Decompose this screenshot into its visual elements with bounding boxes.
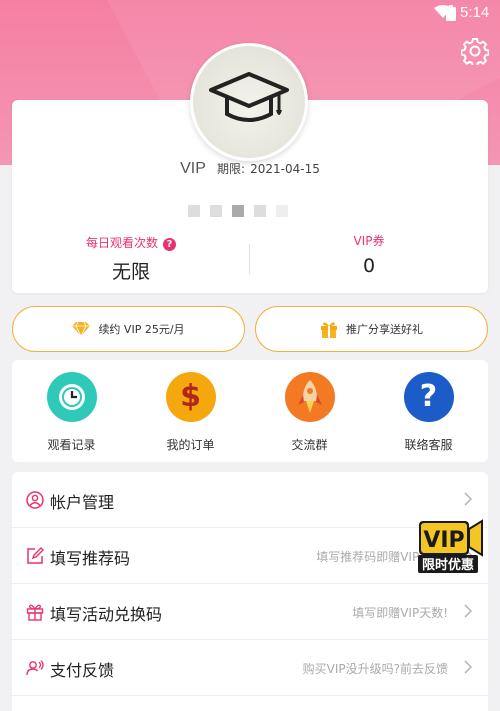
vip-label: VIP xyxy=(180,160,206,177)
menu-item-account[interactable]: 帐户管理 xyxy=(12,472,488,528)
promote-share-button[interactable]: 推广分享送好礼 xyxy=(255,306,488,352)
settings-menu: 帐户管理 填写推荐码 填写推荐码即赠VIP天数! 填写活动兑换码 填写即赠VIP… xyxy=(12,472,488,711)
chevron-right-icon xyxy=(464,604,472,618)
menu-item-hint: 购买VIP没升级吗?前去反馈 xyxy=(302,662,448,676)
shortcut-label: 联络客服 xyxy=(404,438,453,452)
edit-icon xyxy=(27,547,44,564)
shortcut-grid: 观看记录 $ 我的订单 交流群 ? 联络客服 xyxy=(12,360,488,462)
shortcut-my-orders[interactable]: $ 我的订单 xyxy=(131,372,250,453)
vip-status-row: VIP 期限: 2021-04-15 xyxy=(0,158,500,178)
promote-share-label: 推广分享送好礼 xyxy=(346,323,423,336)
vip-coupon-value: 0 xyxy=(362,255,376,277)
settings-gear-icon[interactable] xyxy=(461,37,489,65)
renew-vip-label: 续约 VIP 25元/月 xyxy=(98,323,185,336)
shortcut-label: 我的订单 xyxy=(166,438,215,452)
menu-item-label: 支付反馈 xyxy=(50,661,115,680)
shortcut-chat-group[interactable]: 交流群 xyxy=(250,372,369,453)
status-time: 5:14 xyxy=(460,4,490,21)
clock-icon xyxy=(58,384,85,410)
menu-item-label: 填写推荐码 xyxy=(50,549,131,568)
chevron-right-icon xyxy=(464,660,472,674)
shortcut-watch-history[interactable]: 观看记录 xyxy=(12,372,131,453)
gift-icon xyxy=(26,604,44,621)
renew-vip-button[interactable]: 续约 VIP 25元/月 xyxy=(12,306,245,352)
vip-promo-badge-subtitle: 限时优惠 xyxy=(422,557,474,573)
rocket-icon xyxy=(297,380,322,413)
vip-promo-badge[interactable]: VIP 限时优惠 xyxy=(418,519,484,575)
help-icon[interactable]: ? xyxy=(163,238,176,251)
expire-date: 2021-04-15 xyxy=(250,162,320,176)
daily-views-stat: 每日观看次数? 无限 xyxy=(12,232,250,284)
menu-item-hint: 填写即赠VIP天数! xyxy=(352,606,448,620)
shortcut-label: 交流群 xyxy=(291,438,328,452)
user-icon xyxy=(26,491,44,509)
menu-item-label: 填写活动兑换码 xyxy=(50,605,163,624)
stats-divider xyxy=(249,244,250,274)
daily-views-value: 无限 xyxy=(111,261,150,283)
diamond-icon xyxy=(72,322,91,336)
gift-box-icon xyxy=(321,321,337,338)
menu-item-label: 帐户管理 xyxy=(50,493,115,512)
vip-promo-badge-title: VIP xyxy=(423,528,464,553)
shortcut-label: 观看记录 xyxy=(47,438,96,452)
vip-coupon-label: VIP券 xyxy=(353,234,385,248)
avatar[interactable] xyxy=(190,43,308,161)
status-bar: 5:14 xyxy=(0,0,500,28)
stats-row: 每日观看次数? 无限 VIP券 0 xyxy=(12,232,488,284)
menu-item-referral-code[interactable]: 填写推荐码 填写推荐码即赠VIP天数! xyxy=(12,528,488,584)
menu-item-redeem-code[interactable]: 填写活动兑换码 填写即赠VIP天数! xyxy=(12,584,488,640)
feedback-icon xyxy=(26,660,44,676)
question-icon: ? xyxy=(419,379,438,414)
menu-item-payment-feedback[interactable]: 支付反馈 购买VIP没升级吗?前去反馈 xyxy=(12,640,488,696)
expire-label: 期限: xyxy=(217,162,246,176)
vip-coupon-stat[interactable]: VIP券 0 xyxy=(250,232,488,277)
daily-views-label: 每日观看次数 xyxy=(85,236,158,250)
graduation-cap-icon xyxy=(209,72,289,122)
chevron-right-icon xyxy=(464,492,472,506)
shortcut-customer-service[interactable]: ? 联络客服 xyxy=(369,372,488,453)
battery-icon xyxy=(446,5,456,21)
masked-user-id xyxy=(188,202,318,217)
dollar-icon: $ xyxy=(180,379,201,414)
